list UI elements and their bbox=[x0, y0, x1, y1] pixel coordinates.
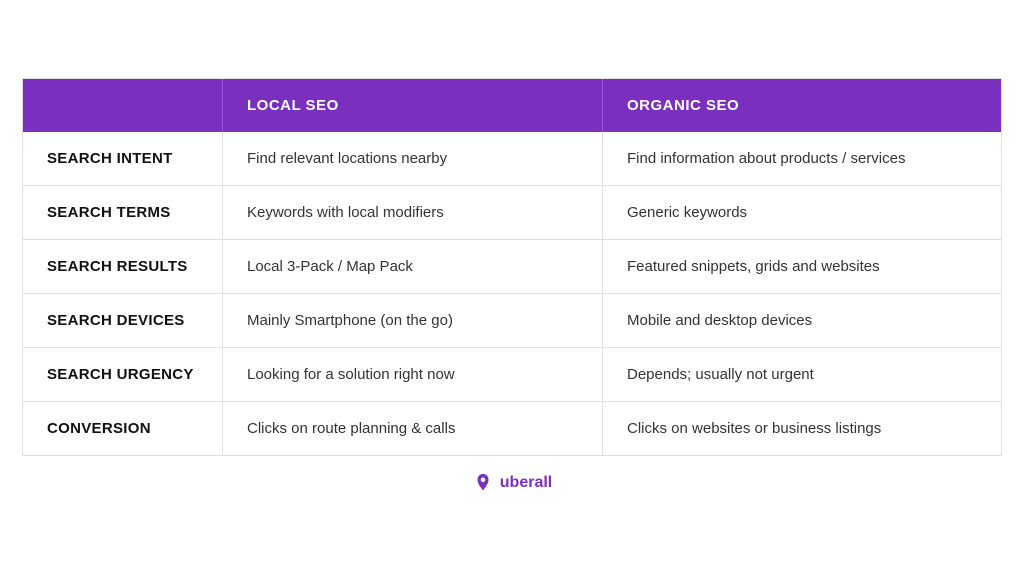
footer: uberall bbox=[22, 456, 1002, 498]
table-header-row: LOCAL SEO ORGANIC SEO bbox=[23, 79, 1002, 133]
row-label: SEARCH INTENT bbox=[23, 132, 223, 186]
table-row: SEARCH TERMSKeywords with local modifier… bbox=[23, 186, 1002, 240]
comparison-table: LOCAL SEO ORGANIC SEO SEARCH INTENTFind … bbox=[22, 78, 1002, 456]
row-label: SEARCH URGENCY bbox=[23, 348, 223, 402]
uberall-logo: uberall bbox=[472, 472, 552, 494]
organic-cell: Generic keywords bbox=[603, 186, 1002, 240]
local-cell: Clicks on route planning & calls bbox=[223, 402, 603, 456]
table-row: SEARCH INTENTFind relevant locations nea… bbox=[23, 132, 1002, 186]
organic-cell: Clicks on websites or business listings bbox=[603, 402, 1002, 456]
uberall-icon bbox=[472, 472, 494, 494]
header-col-organic: ORGANIC SEO bbox=[603, 79, 1002, 133]
local-cell: Local 3-Pack / Map Pack bbox=[223, 240, 603, 294]
row-label: SEARCH RESULTS bbox=[23, 240, 223, 294]
brand-label: uberall bbox=[500, 474, 552, 492]
header-col-label bbox=[23, 79, 223, 133]
local-cell: Keywords with local modifiers bbox=[223, 186, 603, 240]
table-row: CONVERSIONClicks on route planning & cal… bbox=[23, 402, 1002, 456]
organic-cell: Find information about products / servic… bbox=[603, 132, 1002, 186]
table-row: SEARCH URGENCYLooking for a solution rig… bbox=[23, 348, 1002, 402]
header-col-local: LOCAL SEO bbox=[223, 79, 603, 133]
table-row: SEARCH RESULTSLocal 3-Pack / Map PackFea… bbox=[23, 240, 1002, 294]
row-label: CONVERSION bbox=[23, 402, 223, 456]
row-label: SEARCH TERMS bbox=[23, 186, 223, 240]
local-cell: Find relevant locations nearby bbox=[223, 132, 603, 186]
page-wrapper: LOCAL SEO ORGANIC SEO SEARCH INTENTFind … bbox=[22, 78, 1002, 498]
local-cell: Looking for a solution right now bbox=[223, 348, 603, 402]
local-cell: Mainly Smartphone (on the go) bbox=[223, 294, 603, 348]
organic-cell: Mobile and desktop devices bbox=[603, 294, 1002, 348]
row-label: SEARCH DEVICES bbox=[23, 294, 223, 348]
table-row: SEARCH DEVICESMainly Smartphone (on the … bbox=[23, 294, 1002, 348]
organic-cell: Depends; usually not urgent bbox=[603, 348, 1002, 402]
organic-cell: Featured snippets, grids and websites bbox=[603, 240, 1002, 294]
